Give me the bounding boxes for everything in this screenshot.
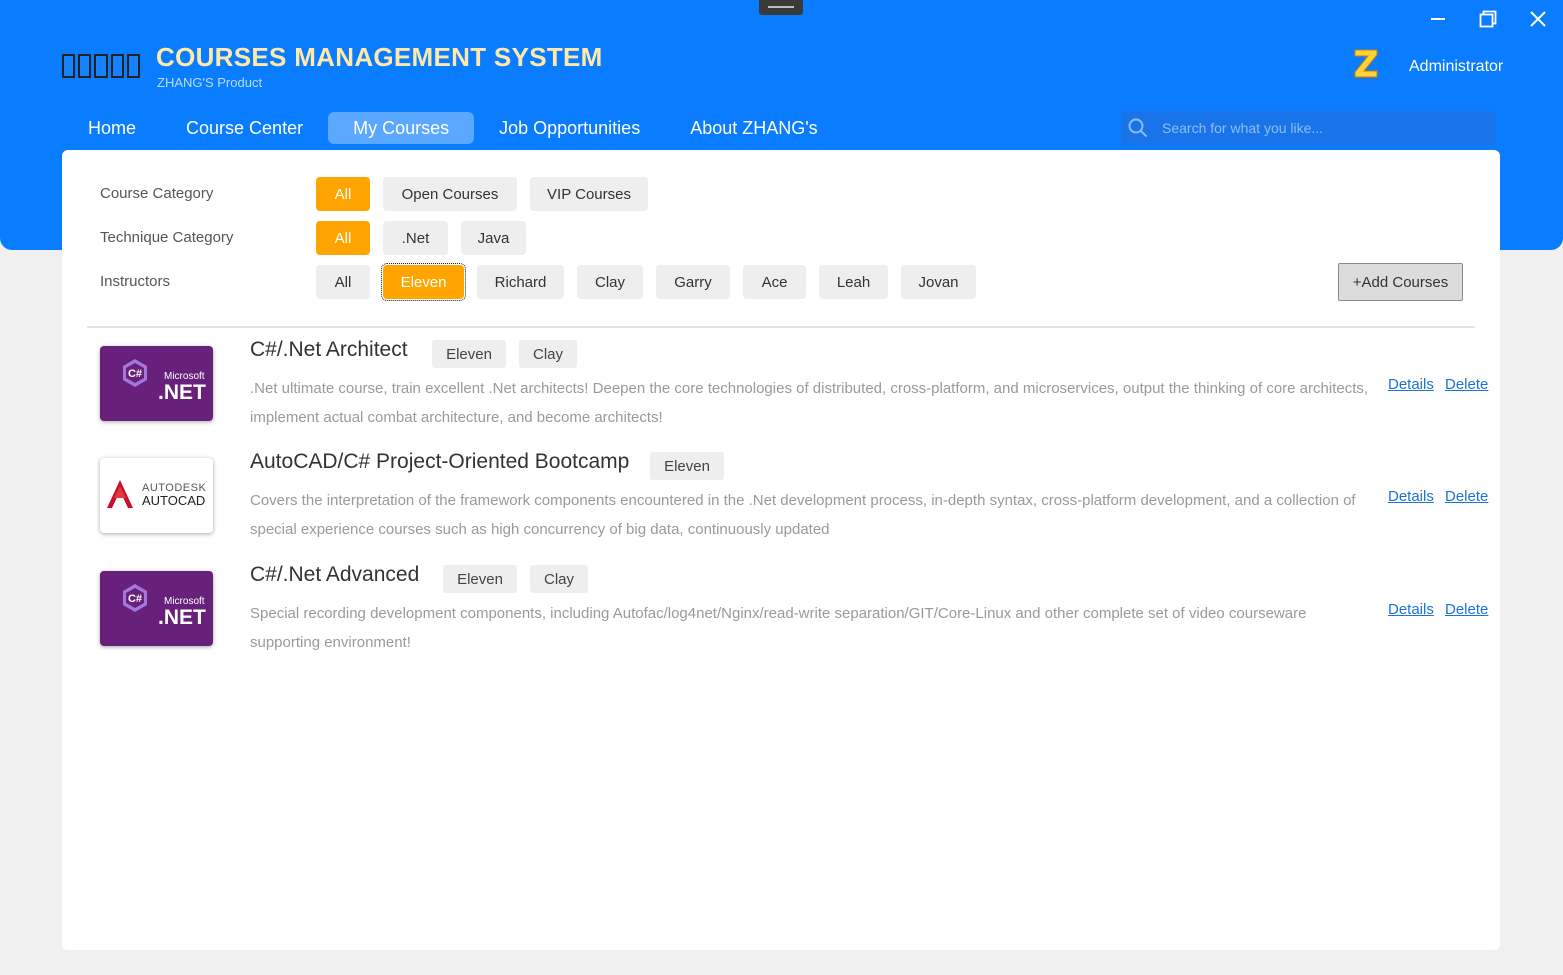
divider <box>87 326 1475 328</box>
app-subtitle: ZHANG'S Product <box>157 75 263 90</box>
course-description: .Net ultimate course, train excellent .N… <box>250 380 1369 426</box>
details-link[interactable]: Details <box>1388 376 1434 393</box>
avatar-icon[interactable] <box>1349 46 1383 82</box>
instructors-filter: Instructors All Eleven Richard Clay Garr… <box>62 263 1500 301</box>
autocad-logo-icon: AUTODESK AUTOCAD <box>100 458 213 533</box>
instructor-eleven[interactable]: Eleven <box>381 263 466 301</box>
search-icon[interactable] <box>1121 111 1155 145</box>
technique-java[interactable]: Java <box>461 221 526 255</box>
technique-all[interactable]: All <box>316 221 370 255</box>
instructor-tag: Eleven <box>443 565 517 593</box>
delete-link[interactable]: Delete <box>1445 488 1488 505</box>
course-category-vip[interactable]: VIP Courses <box>530 177 648 211</box>
course-item: C# Microsoft .NET C#/.Net Architect Elev… <box>62 338 1500 438</box>
nav-course-center[interactable]: Course Center <box>161 112 328 144</box>
app-logo-icon <box>62 54 141 78</box>
app-title: COURSES MANAGEMENT SYSTEM <box>156 42 603 72</box>
dotnet-logo-icon: C# Microsoft .NET <box>100 346 213 421</box>
instructor-richard[interactable]: Richard <box>477 265 564 299</box>
main-panel: Course Category All Open Courses VIP Cou… <box>62 150 1500 950</box>
nav-my-courses[interactable]: My Courses <box>328 112 475 144</box>
course-item: AUTODESK AUTOCAD AutoCAD/C# Project-Orie… <box>62 450 1500 550</box>
filter-label: Course Category <box>100 185 214 202</box>
restore-icon[interactable] <box>1473 6 1503 32</box>
course-title[interactable]: C#/.Net Architect <box>250 338 408 362</box>
instructor-tag: Eleven <box>650 452 724 480</box>
window-drag-handle[interactable] <box>759 0 803 15</box>
instructor-clay[interactable]: Clay <box>577 265 643 299</box>
technique-category-filter: Technique Category All .Net Java <box>62 221 1500 255</box>
search-box <box>1121 111 1496 145</box>
filter-label: Instructors <box>100 273 171 290</box>
course-category-filter: Course Category All Open Courses VIP Cou… <box>62 177 1500 211</box>
course-description: Covers the interpretation of the framewo… <box>250 492 1356 538</box>
technique-net[interactable]: .Net <box>383 221 448 255</box>
delete-link[interactable]: Delete <box>1445 376 1488 393</box>
instructor-jovan[interactable]: Jovan <box>901 265 976 299</box>
close-icon[interactable] <box>1523 6 1553 32</box>
add-courses-button[interactable]: +Add Courses <box>1338 263 1463 301</box>
dotnet-logo-icon: C# Microsoft .NET <box>100 571 213 646</box>
filter-label: Technique Category <box>100 229 234 246</box>
thumb-name: .NET <box>158 606 206 629</box>
user-name[interactable]: Administrator <box>1409 58 1503 76</box>
instructor-tag: Eleven <box>432 340 506 368</box>
minimize-icon[interactable] <box>1423 6 1453 32</box>
delete-link[interactable]: Delete <box>1445 601 1488 618</box>
course-category-open[interactable]: Open Courses <box>383 177 517 211</box>
instructor-all[interactable]: All <box>316 265 370 299</box>
thumb-name: .NET <box>158 381 206 404</box>
details-link[interactable]: Details <box>1388 488 1434 505</box>
instructor-tag: Clay <box>530 565 588 593</box>
instructor-tag: Clay <box>519 340 577 368</box>
nav-home[interactable]: Home <box>63 112 161 144</box>
details-link[interactable]: Details <box>1388 601 1434 618</box>
nav-about[interactable]: About ZHANG's <box>665 112 842 144</box>
instructor-leah[interactable]: Leah <box>819 265 888 299</box>
thumb-name: AUTOCAD <box>142 493 205 508</box>
svg-text:C#: C# <box>128 368 142 380</box>
course-title[interactable]: AutoCAD/C# Project-Oriented Bootcamp <box>250 450 629 474</box>
main-nav: Home Course Center My Courses Job Opport… <box>63 112 843 144</box>
course-item: C# Microsoft .NET C#/.Net Advanced Eleve… <box>62 563 1500 663</box>
svg-text:C#: C# <box>128 593 142 605</box>
course-description: Special recording development components… <box>250 605 1307 651</box>
course-category-all[interactable]: All <box>316 177 370 211</box>
nav-job-opportunities[interactable]: Job Opportunities <box>474 112 665 144</box>
instructor-garry[interactable]: Garry <box>656 265 730 299</box>
course-title[interactable]: C#/.Net Advanced <box>250 563 419 587</box>
search-input[interactable] <box>1155 113 1485 143</box>
instructor-ace[interactable]: Ace <box>743 265 806 299</box>
